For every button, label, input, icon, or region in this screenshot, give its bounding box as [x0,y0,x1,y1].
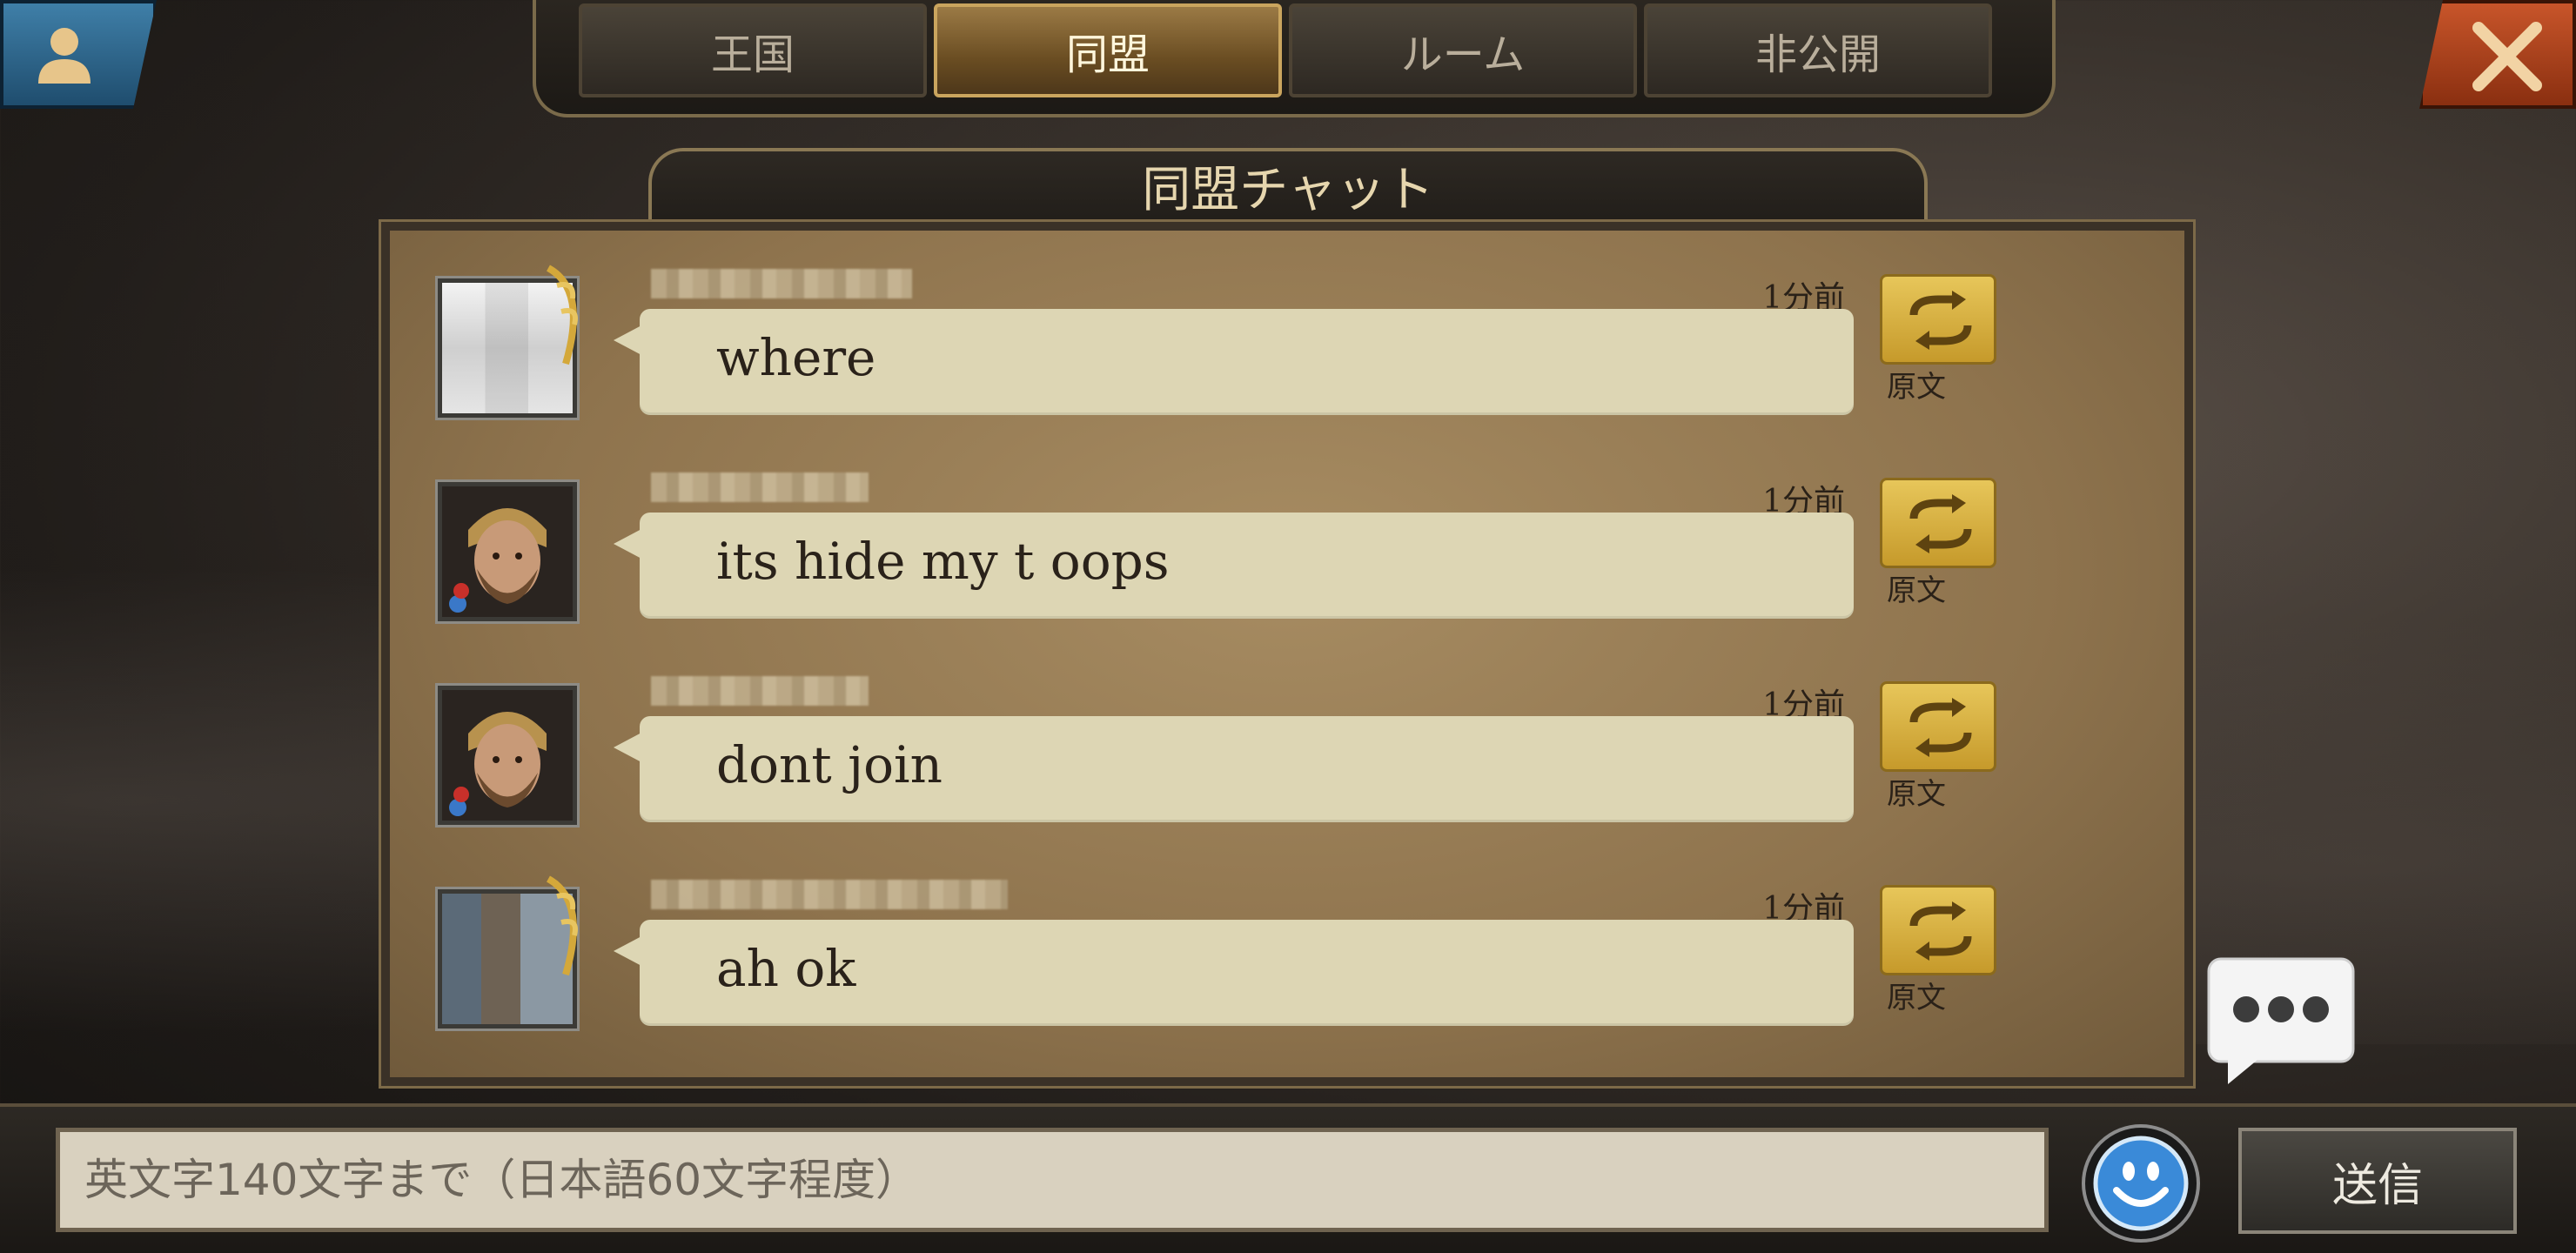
profile-button[interactable] [0,0,157,109]
translate-icon [1909,291,1972,350]
message-text: ah ok [716,939,856,998]
message-text: where [716,328,876,387]
message-bubble: its hide my t oops [614,513,1854,619]
tab-private[interactable]: 非公開 [1644,3,1992,97]
original-text-label[interactable]: 原文 [1887,566,1946,609]
translate-button[interactable] [1880,885,1996,975]
translate-icon [1909,901,1972,961]
translate-icon [1909,698,1972,757]
tab-kingdom[interactable]: 王国 [579,3,927,97]
original-text-label[interactable]: 原文 [1887,363,1946,405]
username-redacted [651,269,912,298]
message-text: dont join [716,735,943,794]
laurel-frame-icon [546,265,578,365]
close-icon [2472,22,2542,91]
chat-message: 1分前 dont join 原文 [390,638,2184,829]
translate-icon [1909,494,1972,553]
chat-message: 1分前 ah ok 原文 [390,841,2184,1033]
chat-panel[interactable]: 1分前 where 原文 1分前 its hide my t oops 原文 1… [379,219,2196,1089]
send-button[interactable]: 送信 [2238,1128,2517,1234]
tab-alliance[interactable]: 同盟 [934,3,1282,97]
username-redacted [651,676,869,706]
translate-button[interactable] [1880,478,1996,568]
avatar[interactable] [435,265,580,420]
close-button[interactable] [2419,0,2576,109]
message-bubble: dont join [614,716,1854,822]
bearded-man-avatar-icon [442,486,573,617]
message-text: its hide my t oops [716,532,1170,591]
bearded-man-avatar-icon [442,690,573,821]
more-options-icon[interactable] [2207,957,2355,1088]
translate-button[interactable] [1880,681,1996,772]
message-bubble: where [614,309,1854,415]
avatar[interactable] [435,479,580,624]
translate-button[interactable] [1880,274,1996,365]
emoji-icon[interactable] [2080,1122,2202,1244]
user-icon [38,28,91,84]
original-text-label[interactable]: 原文 [1887,974,1946,1016]
original-text-label[interactable]: 原文 [1887,770,1946,813]
tab-room[interactable]: ルーム [1289,3,1637,97]
avatar[interactable] [435,683,580,828]
avatar[interactable] [435,875,580,1031]
laurel-frame-icon [546,875,578,976]
chat-message: 1分前 its hide my t oops 原文 [390,434,2184,626]
username-redacted [651,880,1008,909]
message-bubble: ah ok [614,920,1854,1026]
message-input[interactable] [56,1128,2049,1232]
chat-message: 1分前 where 原文 [390,231,2184,422]
tab-bar: 王国 同盟 ルーム 非公開 [579,3,1992,97]
username-redacted [651,472,869,502]
